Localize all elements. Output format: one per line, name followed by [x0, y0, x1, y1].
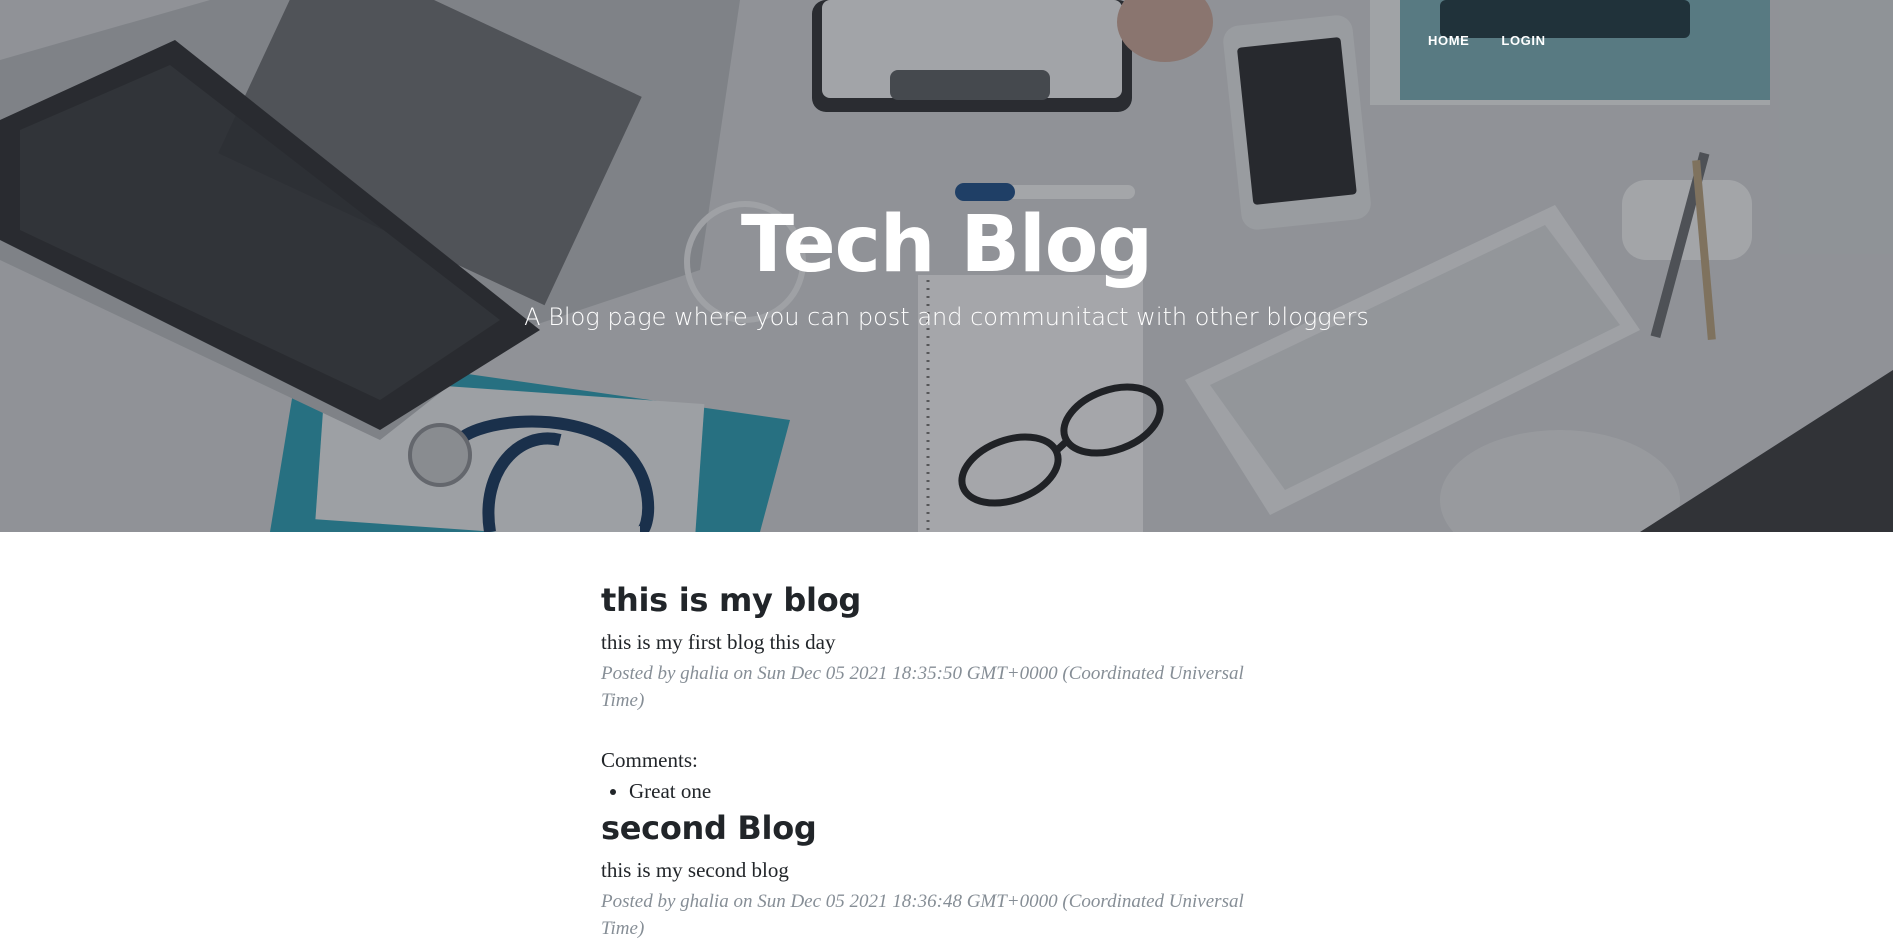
- blog-post: this is my blog this is my first blog th…: [601, 578, 1271, 806]
- blog-post: second Blog this is my second blog Poste…: [601, 806, 1271, 942]
- comments-list: Great one: [601, 776, 1271, 806]
- nav-login-link[interactable]: LOGIN: [1501, 33, 1545, 48]
- post-meta: Posted by ghalia on Sun Dec 05 2021 18:3…: [601, 663, 1244, 711]
- comments-label: Comments:: [601, 748, 698, 772]
- post-title[interactable]: second Blog: [601, 806, 1271, 850]
- post-body: this is my second blog: [601, 858, 789, 882]
- posts-container: this is my blog this is my first blog th…: [601, 578, 1271, 942]
- post-title[interactable]: this is my blog: [601, 578, 1271, 622]
- comment-item: Great one: [629, 776, 1271, 806]
- nav-home-link[interactable]: HOME: [1428, 33, 1469, 48]
- post-body: this is my first blog this day: [601, 630, 836, 654]
- site-title: Tech Blog: [740, 200, 1153, 290]
- top-nav: HOME LOGIN: [1428, 33, 1546, 48]
- site-subtitle: A Blog page where you can post and commu…: [524, 303, 1369, 331]
- masthead: HOME LOGIN Tech Blog A Blog page where y…: [0, 0, 1893, 532]
- post-meta: Posted by ghalia on Sun Dec 05 2021 18:3…: [601, 891, 1244, 939]
